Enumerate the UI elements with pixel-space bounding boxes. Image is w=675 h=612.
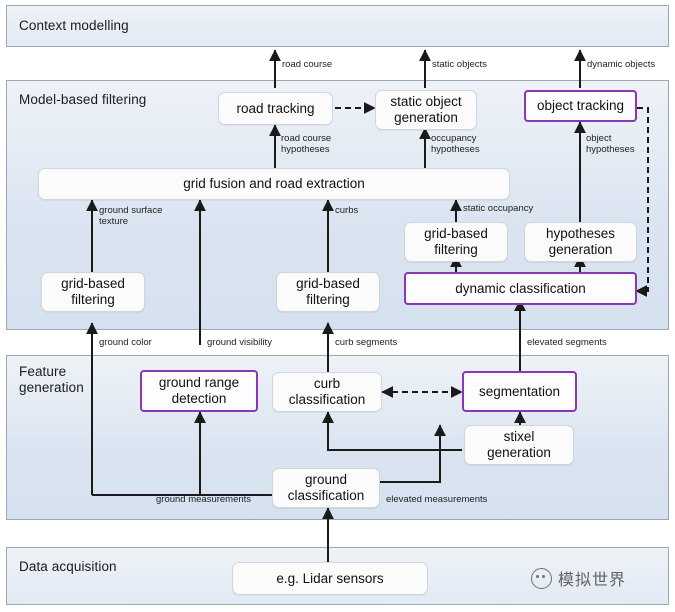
node-static-object-generation-label: static object generation	[390, 94, 462, 125]
node-object-tracking[interactable]: object tracking	[524, 90, 637, 122]
node-ground-classification-label: ground classification	[287, 472, 365, 503]
edge-label-static-occupancy: static occupancy	[463, 203, 534, 214]
node-grid-based-filtering-left[interactable]: grid-based filtering	[41, 272, 145, 312]
wechat-icon	[531, 567, 552, 589]
node-grid-based-filtering-mid[interactable]: grid-based filtering	[276, 272, 380, 312]
edge-label-road-course: road course	[282, 59, 333, 70]
node-hypotheses-generation-label: hypotheses generation	[545, 226, 616, 257]
node-grid-fusion-and-road-extraction[interactable]: grid fusion and road extraction	[38, 168, 510, 200]
node-grid-based-filtering-mid-label: grid-based filtering	[296, 276, 360, 307]
node-grid-based-filtering-left-label: grid-based filtering	[61, 276, 125, 307]
node-grid-fusion-label: grid fusion and road extraction	[183, 176, 365, 191]
node-grid-based-filtering-right[interactable]: grid-based filtering	[404, 222, 508, 262]
edge-label-curb-segments: curb segments	[335, 337, 398, 348]
node-stixel-generation[interactable]: stixel generation	[464, 425, 574, 465]
edge-label-dynamic-objects: dynamic objects	[587, 59, 656, 70]
node-curb-classification-label: curb classification	[288, 376, 366, 407]
node-static-object-generation[interactable]: static object generation	[375, 90, 477, 130]
node-ground-classification[interactable]: ground classification	[272, 468, 380, 508]
edge-label-elevated-measurements: elevated measurements	[386, 494, 488, 505]
node-hypotheses-generation[interactable]: hypotheses generation	[524, 222, 637, 262]
node-object-tracking-label: object tracking	[536, 98, 625, 113]
edge-label-curbs: curbs	[335, 205, 359, 216]
watermark-text: 模拟世界	[558, 570, 627, 589]
node-ground-range-detection[interactable]: ground range detection	[140, 370, 258, 412]
edge-label-ground-visibility: ground visibility	[207, 337, 272, 348]
node-segmentation-label: segmentation	[478, 383, 561, 399]
edge-label-static-objects: static objects	[432, 59, 487, 70]
edge-label-ground-surface-texture: ground surface texture	[99, 205, 163, 227]
edge-label-object-hypotheses: object hypotheses	[586, 133, 635, 155]
node-lidar-sensors-label: e.g. Lidar sensors	[276, 570, 384, 586]
edge-label-ground-measurements: ground measurements	[156, 494, 252, 505]
node-segmentation[interactable]: segmentation	[462, 371, 577, 412]
node-dynamic-classification[interactable]: dynamic classification	[404, 272, 637, 305]
edge-label-elevated-segments: elevated segments	[527, 337, 607, 348]
watermark: 模拟世界	[531, 566, 626, 590]
node-stixel-generation-label: stixel generation	[487, 429, 551, 460]
node-curb-classification[interactable]: curb classification	[272, 372, 382, 412]
diagram-canvas: Context modelling Model-based filtering …	[0, 0, 675, 612]
edge-label-road-course-hypotheses: road course hypotheses	[281, 133, 332, 155]
node-grid-based-filtering-right-label: grid-based filtering	[424, 226, 488, 257]
node-ground-range-detection-label: ground range detection	[158, 375, 240, 406]
node-lidar-sensors[interactable]: e.g. Lidar sensors	[232, 562, 428, 595]
node-dynamic-classification-label: dynamic classification	[455, 280, 586, 296]
edge-label-ground-color: ground color	[99, 337, 152, 348]
node-road-tracking-label: road tracking	[236, 100, 315, 116]
node-road-tracking[interactable]: road tracking	[218, 92, 333, 125]
edge-label-occupancy-hypotheses: occupancy hypotheses	[431, 133, 480, 155]
